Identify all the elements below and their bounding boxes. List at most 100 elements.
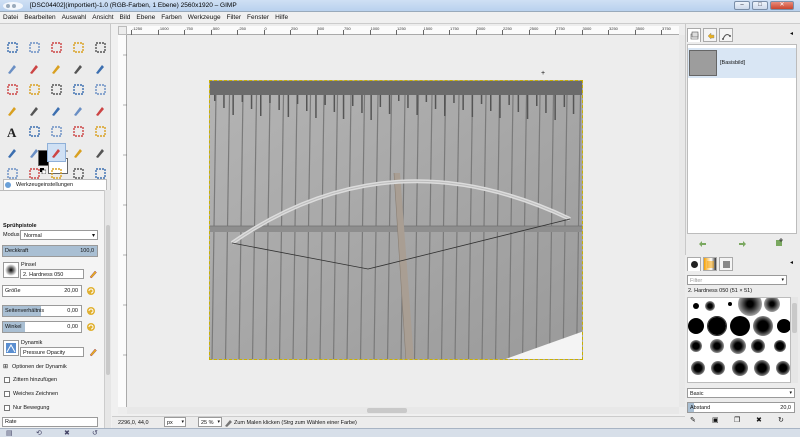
- tool-options-scrollbar[interactable]: [104, 190, 111, 437]
- paths-tool-button[interactable]: [47, 59, 66, 78]
- close-button[interactable]: ✕: [770, 1, 794, 10]
- vertical-ruler[interactable]: [118, 35, 127, 407]
- edit-brush-icon[interactable]: [88, 269, 98, 279]
- spacing-slider[interactable]: Abstand 20,0: [687, 402, 795, 413]
- flip-tool-button[interactable]: [47, 101, 66, 120]
- ink-tool-button[interactable]: [47, 143, 66, 162]
- magnify-tool-button[interactable]: [91, 59, 110, 78]
- brush-swatch[interactable]: [776, 361, 790, 375]
- brush-swatch[interactable]: [730, 338, 746, 354]
- menu-item-5[interactable]: Ebene: [133, 12, 158, 21]
- horizontal-scrollbar[interactable]: [127, 407, 679, 414]
- brush-grid[interactable]: [687, 297, 791, 383]
- brush-swatch[interactable]: [710, 339, 724, 353]
- brush-swatch[interactable]: [707, 316, 727, 336]
- zoom-select[interactable]: 25 % ▾: [198, 417, 222, 427]
- cage-tool-button[interactable]: [69, 101, 88, 120]
- brushes-tab[interactable]: [687, 257, 701, 271]
- opacity-slider[interactable]: Deckkraft 100,0: [2, 245, 98, 257]
- scale-tool-button[interactable]: [91, 80, 110, 99]
- paintbrush-tool-button[interactable]: [91, 122, 110, 141]
- smooth-checkbox[interactable]: [4, 391, 10, 397]
- layer-name[interactable]: [Basisbild]: [720, 60, 745, 66]
- brush-swatch[interactable]: [751, 339, 765, 353]
- brush-swatch[interactable]: [730, 316, 750, 336]
- brush-swatch[interactable]: [732, 360, 748, 376]
- perspective-tool-button[interactable]: [25, 101, 44, 120]
- jitter-checkbox[interactable]: [4, 377, 10, 383]
- brush-swatch[interactable]: [738, 298, 762, 316]
- brush-swatch[interactable]: [705, 301, 715, 311]
- dynamics-preview-icon[interactable]: [3, 340, 19, 356]
- undo-tab[interactable]: [703, 28, 717, 42]
- brush-grid-scrollbar[interactable]: [791, 297, 798, 383]
- menu-item-3[interactable]: Ansicht: [89, 12, 116, 21]
- expander-plus-icon[interactable]: ⊞: [3, 364, 9, 370]
- unit-select[interactable]: px ▾: [164, 417, 186, 427]
- rate-slider[interactable]: Rate: [2, 417, 98, 427]
- eraser-tool-button[interactable]: [3, 143, 22, 162]
- dock-menu-icon[interactable]: ◂: [790, 30, 793, 37]
- quick-mask-corner[interactable]: [118, 26, 127, 35]
- dynamics-field[interactable]: Pressure Opacity: [20, 347, 84, 357]
- foreground-select-tool-button[interactable]: [25, 59, 44, 78]
- image-canvas[interactable]: [209, 80, 583, 360]
- brush-swatch[interactable]: [774, 340, 786, 352]
- edit-dynamics-icon[interactable]: [88, 347, 98, 357]
- smudge-tool-button[interactable]: [25, 164, 44, 183]
- menu-item-10[interactable]: Hilfe: [272, 12, 291, 21]
- reset-angle-icon[interactable]: [86, 322, 96, 332]
- shear-tool-button[interactable]: [3, 101, 22, 120]
- dodge-burn-tool-button[interactable]: [47, 164, 66, 183]
- perspective-clone-tool-button[interactable]: [3, 164, 22, 183]
- brush-category-select[interactable]: Basic ▾: [687, 388, 795, 398]
- new-layer-icon[interactable]: [775, 238, 784, 247]
- angle-slider[interactable]: Winkel 0,00: [2, 321, 82, 333]
- save-options-icon[interactable]: ▤: [6, 429, 13, 437]
- brush-swatch[interactable]: [777, 319, 790, 333]
- align-tool-button[interactable]: [25, 80, 44, 99]
- horizontal-ruler[interactable]: -1250 -1000 -750 -500 -250 0 250 500 750 1000 1250…: [127, 26, 679, 35]
- warp-tool-button[interactable]: [91, 101, 110, 120]
- color-picker-tool-button[interactable]: [69, 59, 88, 78]
- layer-thumbnail[interactable]: [689, 50, 717, 76]
- menu-item-1[interactable]: Bearbeiten: [21, 12, 58, 21]
- zoom-tool-tool-button[interactable]: [91, 38, 110, 57]
- dynamics-options-label[interactable]: Optionen der Dynamik: [12, 364, 67, 370]
- reset-options-icon[interactable]: ↺: [92, 429, 98, 437]
- brush-swatch[interactable]: [711, 361, 725, 375]
- refresh-brushes-icon[interactable]: ↻: [778, 416, 784, 424]
- restore-options-icon[interactable]: ⟲: [36, 429, 42, 437]
- rotate-tool-button[interactable]: [69, 80, 88, 99]
- layer-down-icon[interactable]: [738, 238, 747, 247]
- brush-swatch[interactable]: [753, 316, 773, 336]
- new-brush-icon[interactable]: ▣: [712, 416, 719, 424]
- brush-swatch[interactable]: [764, 298, 780, 312]
- text-tool-button[interactable]: A: [3, 122, 22, 141]
- menu-item-6[interactable]: Farben: [158, 12, 185, 21]
- fuzzy-select-tool-button[interactable]: [69, 38, 88, 57]
- edit-brush-action-icon[interactable]: ✎: [690, 416, 696, 424]
- brush-swatch[interactable]: [688, 318, 704, 334]
- horizontal-scrollbar-thumb[interactable]: [367, 408, 407, 413]
- brush-swatch[interactable]: [693, 303, 699, 309]
- gradients-tab[interactable]: [719, 257, 733, 271]
- delete-brush-icon[interactable]: ✖: [756, 416, 762, 424]
- delete-options-icon[interactable]: ✖: [64, 429, 70, 437]
- blur-tool-button[interactable]: [69, 164, 88, 183]
- dodge-tool-button[interactable]: [91, 164, 110, 183]
- move-tool-button[interactable]: [3, 80, 22, 99]
- ellipse-select-tool-button[interactable]: [25, 38, 44, 57]
- menu-item-0[interactable]: Datei: [0, 12, 21, 21]
- free-select-tool-button[interactable]: [47, 38, 66, 57]
- brush-filter-input[interactable]: Filter ▾: [687, 275, 787, 285]
- reset-aspect-icon[interactable]: [86, 306, 96, 316]
- pencil-tool-button[interactable]: [69, 122, 88, 141]
- layer-up-icon[interactable]: [698, 238, 707, 247]
- brush-preview[interactable]: [3, 262, 19, 278]
- mode-select[interactable]: Normal ▾: [20, 230, 98, 240]
- duplicate-brush-icon[interactable]: ❐: [734, 416, 740, 424]
- brush-swatch[interactable]: [691, 361, 705, 375]
- clone-tool-button[interactable]: [69, 143, 88, 162]
- reset-size-icon[interactable]: [86, 286, 96, 296]
